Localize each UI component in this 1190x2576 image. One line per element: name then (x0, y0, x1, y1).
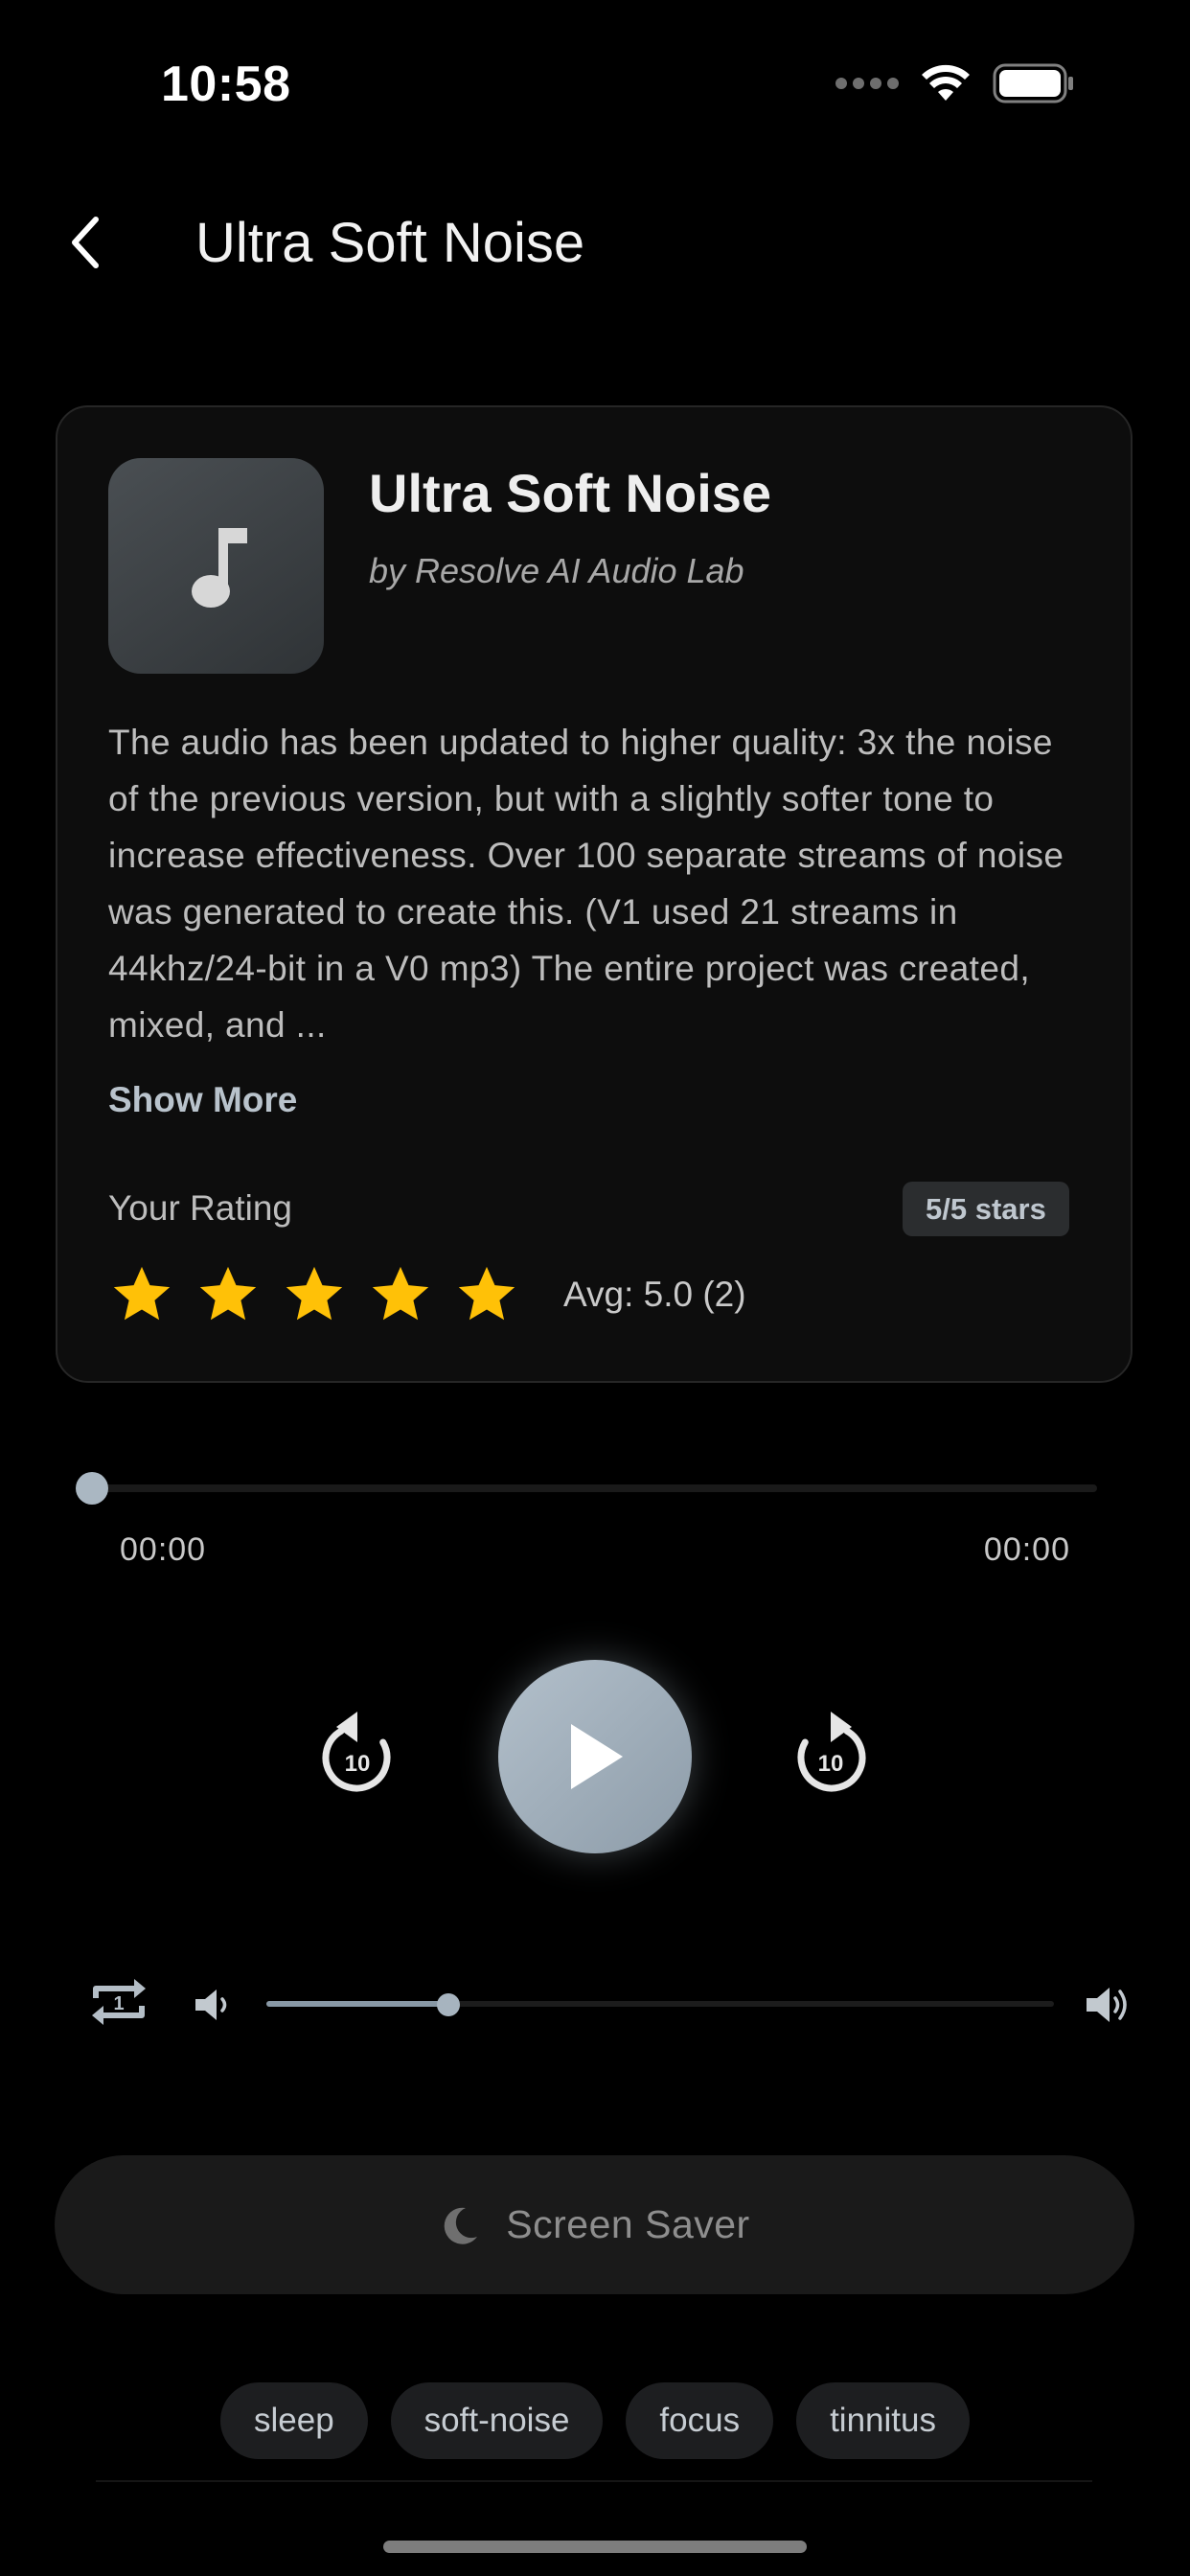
tag-list: sleep soft-noise focus tinnitus (0, 2382, 1190, 2459)
back-button[interactable] (53, 209, 120, 276)
star-icon[interactable] (108, 1261, 175, 1328)
home-indicator (383, 2541, 807, 2553)
skip-back-label: 10 (345, 1751, 371, 1777)
repeat-one-icon[interactable]: 1 (86, 1969, 151, 2035)
tag-chip[interactable]: sleep (220, 2382, 368, 2459)
screen-saver-button[interactable]: Screen Saver (55, 2155, 1134, 2294)
total-time: 00:00 (983, 1531, 1070, 1568)
current-time: 00:00 (120, 1531, 207, 1568)
star-icon[interactable] (195, 1261, 262, 1328)
play-button[interactable] (498, 1660, 692, 1853)
svg-text:1: 1 (113, 1993, 124, 2014)
tag-chip[interactable]: soft-noise (390, 2382, 604, 2459)
play-icon (571, 1724, 623, 1789)
cellular-signal-icon (835, 78, 899, 89)
skip-back-10-button[interactable]: 10 (313, 1704, 400, 1800)
average-rating: Avg: 5.0 (2) (563, 1275, 746, 1314)
chevron-left-icon (72, 217, 99, 268)
battery-icon (993, 63, 1073, 104)
star-icon[interactable] (453, 1261, 520, 1328)
track-artist: by Resolve AI Audio Lab (369, 551, 744, 590)
playback-progress-thumb[interactable] (76, 1472, 108, 1505)
star-icon[interactable] (367, 1261, 434, 1328)
track-description: The audio has been updated to higher qua… (108, 723, 1064, 1045)
volume-thumb[interactable] (437, 1993, 460, 2016)
volume-high-icon[interactable] (1083, 1980, 1133, 2030)
skip-forward-label: 10 (818, 1751, 844, 1777)
rating-stars (108, 1261, 520, 1328)
tags-divider (96, 2480, 1092, 2482)
track-title: Ultra Soft Noise (369, 463, 772, 523)
music-note-icon (191, 527, 247, 608)
rating-badge: 5/5 stars (903, 1182, 1069, 1236)
screen-saver-label: Screen Saver (506, 2202, 750, 2246)
status-icons (835, 63, 1075, 104)
wifi-icon (922, 64, 970, 101)
page-title: Ultra Soft Noise (195, 212, 585, 274)
star-icon[interactable] (281, 1261, 348, 1328)
tag-chip[interactable]: focus (626, 2382, 774, 2459)
status-time: 10:58 (161, 57, 291, 112)
moon-icon (445, 2207, 478, 2244)
volume-low-icon[interactable] (192, 1984, 234, 2026)
skip-forward-10-button[interactable]: 10 (789, 1704, 875, 1800)
rating-label: Your Rating (108, 1188, 292, 1228)
track-artwork (108, 458, 324, 674)
volume-fill (266, 2001, 448, 2007)
playback-progress-bar[interactable] (91, 1484, 1097, 1492)
show-more-button[interactable]: Show More (108, 1080, 297, 1120)
tag-chip[interactable]: tinnitus (796, 2382, 970, 2459)
